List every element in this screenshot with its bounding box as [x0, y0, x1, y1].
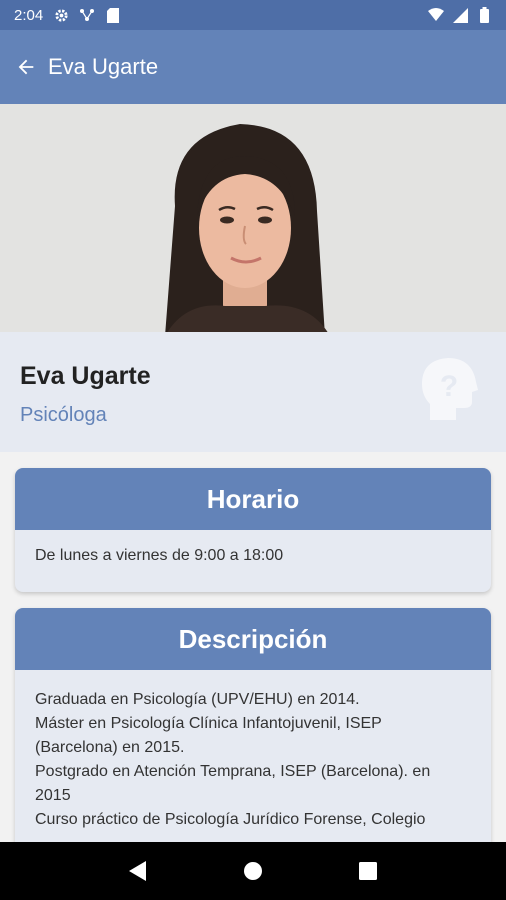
page-title: Eva Ugarte: [48, 54, 159, 79]
descripcion-text: Graduada en Psicología (UPV/EHU) en 2014…: [15, 670, 491, 846]
sd-card-icon: [105, 7, 121, 23]
profile-name: Eva Ugarte: [20, 362, 151, 390]
profile-photo: [165, 124, 328, 332]
head-question-icon: ?: [422, 358, 478, 420]
profile-photo-area: [0, 104, 506, 332]
profile-role: Psicóloga: [20, 404, 107, 426]
nav-back-button[interactable]: [118, 851, 158, 891]
nav-recents-button[interactable]: [348, 851, 388, 891]
home-circle-icon: [243, 862, 262, 880]
descripcion-line: Curso práctico de Psicología Jurídico Fo…: [35, 811, 426, 828]
descripcion-line: Máster en Psicología Clínica Infantojuve…: [35, 715, 382, 732]
wifi-icon: [428, 7, 444, 23]
descripcion-title: Descripción: [15, 608, 491, 670]
status-bar: 2:04: [0, 0, 506, 30]
descripcion-line: (Barcelona) en 2015.: [35, 739, 185, 756]
signal-icon: [452, 7, 468, 23]
svg-text:?: ?: [440, 370, 458, 403]
settings-icon: [53, 7, 69, 23]
descripcion-line: Graduada en Psicología (UPV/EHU) en 2014…: [35, 691, 360, 708]
nav-home-button[interactable]: [233, 851, 273, 891]
horario-title: Horario: [15, 468, 491, 530]
back-button[interactable]: [12, 53, 40, 81]
system-nav-bar: [0, 842, 506, 900]
arrow-back-icon: [18, 59, 34, 75]
battery-icon: [476, 7, 492, 23]
recents-square-icon: [359, 862, 378, 880]
horario-text: De lunes a viernes de 9:00 a 18:00: [35, 547, 284, 564]
app-bar: Eva Ugarte: [0, 30, 506, 104]
descripcion-card: Descripción Graduada en Psicología (UPV/…: [15, 608, 491, 868]
profile-card: Eva Ugarte Psicóloga ?: [0, 332, 506, 452]
descripcion-line: Postgrado en Atención Temprana, ISEP (Ba…: [35, 763, 431, 780]
horario-card: Horario De lunes a viernes de 9:00 a 18:…: [15, 468, 491, 592]
descripcion-line: 2015: [35, 787, 71, 804]
status-time: 2:04: [14, 6, 44, 24]
network-icon: [79, 7, 95, 23]
back-triangle-icon: [128, 861, 146, 881]
